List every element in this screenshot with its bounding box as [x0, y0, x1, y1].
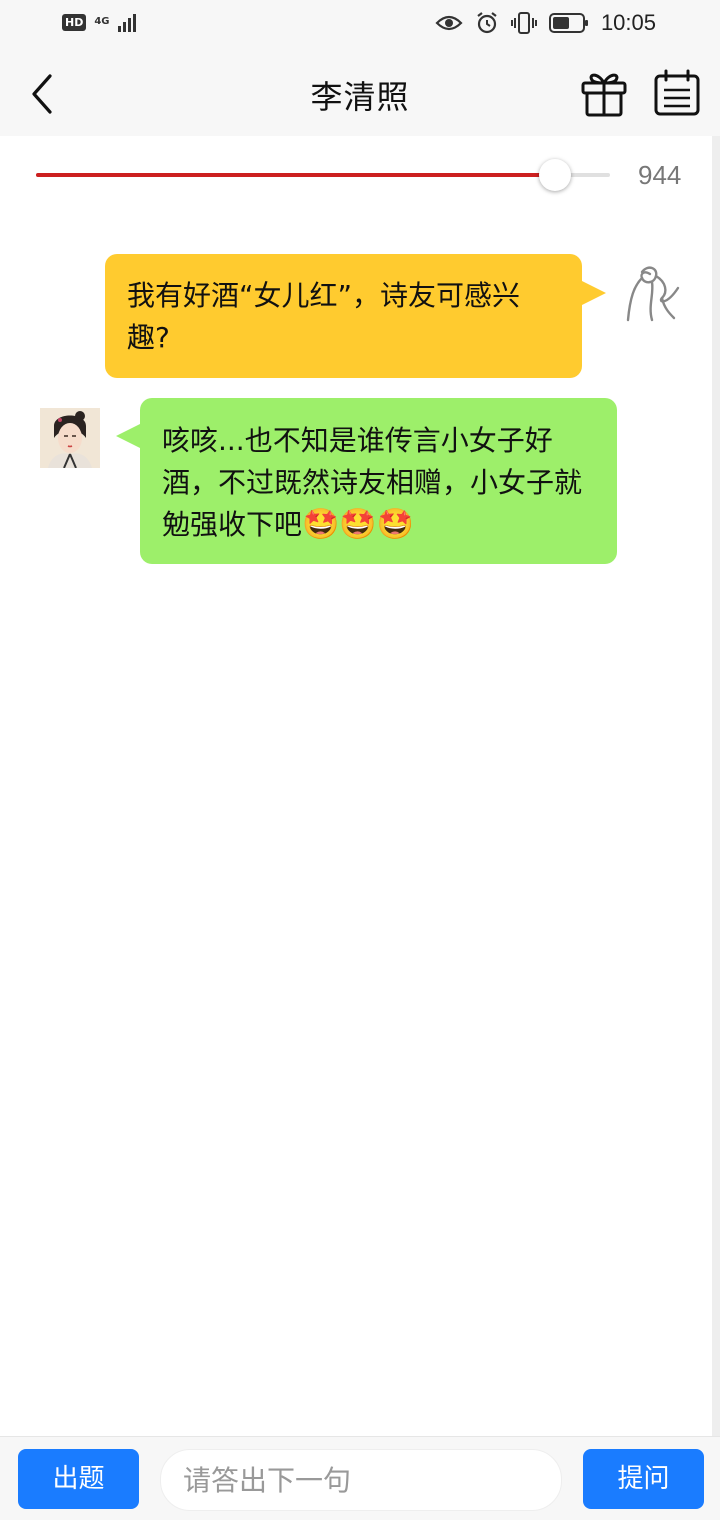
gift-button[interactable]	[580, 68, 628, 118]
bot-bubble-tail	[116, 424, 140, 448]
user-avatar-icon	[626, 266, 680, 322]
calendar-button[interactable]	[652, 68, 702, 118]
signal-icon	[117, 12, 136, 32]
user-message-text: 我有好酒“女儿红”，诗友可感兴趣?	[127, 279, 521, 354]
eye-icon	[435, 15, 463, 31]
calendar-icon	[654, 69, 700, 116]
vibrate-icon	[510, 12, 537, 34]
progress-slider-thumb[interactable]	[538, 159, 571, 191]
network-type-label: 4G	[94, 16, 110, 27]
status-bar: HD 4G 10:05	[0, 0, 720, 52]
ask-button[interactable]: 提问	[583, 1449, 704, 1509]
chat-screen: HD 4G 10:05 李清照 944 我有好酒“女儿红”，诗友可感兴趣? 咳咳…	[0, 0, 720, 1520]
bottom-input-bar: 出题 提问	[0, 1436, 720, 1520]
progress-slider-track[interactable]	[36, 159, 610, 191]
status-right: 10:05	[435, 10, 656, 36]
status-time: 10:05	[600, 10, 656, 35]
answer-input[interactable]	[160, 1449, 562, 1511]
scroll-edge	[712, 136, 720, 1436]
header: 李清照	[0, 52, 720, 136]
status-left: HD 4G	[62, 12, 136, 32]
progress-slider-row: 944	[0, 136, 712, 216]
star-struck-emoji-icon: 🤩🤩🤩	[302, 507, 415, 542]
battery-icon	[548, 13, 588, 33]
progress-slider-fill	[36, 173, 555, 177]
gift-icon	[581, 73, 627, 117]
avatar[interactable]	[40, 408, 100, 468]
set-question-button[interactable]: 出题	[18, 1449, 139, 1509]
user-bubble-tail	[582, 281, 606, 305]
bot-message-bubble: 咳咳...也不知是谁传言小女子好酒，不过既然诗友相赠，小女子就勉强收下吧🤩🤩🤩	[140, 398, 617, 564]
user-message-bubble: 我有好酒“女儿红”，诗友可感兴趣?	[105, 254, 582, 378]
alarm-icon	[477, 12, 497, 34]
hd-icon: HD	[62, 13, 87, 31]
character-portrait-icon	[40, 408, 100, 468]
progress-value: 944	[638, 160, 682, 190]
avatar[interactable]	[622, 262, 684, 328]
